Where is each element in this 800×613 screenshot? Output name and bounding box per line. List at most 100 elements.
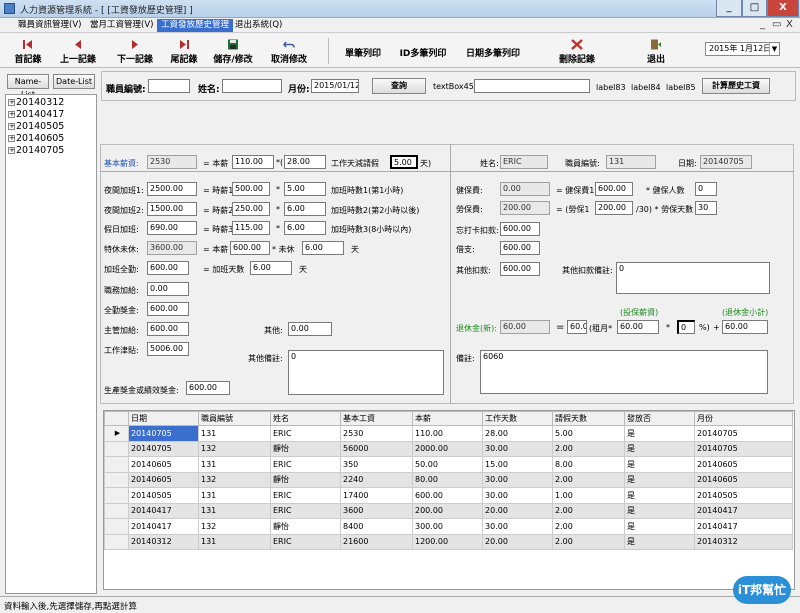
duty-allowance-field[interactable]: 0.00 (147, 282, 189, 296)
base-salary-field[interactable]: 2530 (147, 155, 197, 169)
table-row[interactable]: 20140705 132 靜怡 56000 2000.00 30.00 2.00 是 20140… (104, 440, 793, 457)
holiday-ot-field[interactable]: 690.00 (147, 221, 197, 235)
column-header[interactable]: 姓名 (270, 411, 341, 426)
retire-pct-input[interactable]: 0 (677, 320, 695, 334)
table-cell[interactable]: 2.00 (552, 440, 625, 457)
table-cell[interactable]: 20140505 (128, 487, 199, 504)
table-cell[interactable]: 132 (198, 440, 271, 457)
right-name-field[interactable]: ERIC (500, 155, 548, 169)
cancel-edit-button[interactable]: 取消修改 (262, 36, 316, 66)
textbox45-input[interactable] (474, 79, 590, 93)
table-cell[interactable]: 131 (198, 487, 271, 504)
rest-unused-days-input[interactable]: 6.00 (302, 241, 344, 255)
table-cell[interactable]: 131 (198, 502, 271, 519)
table-cell[interactable]: 8.00 (552, 456, 625, 473)
mdi-close-button[interactable]: X (786, 19, 793, 30)
expand-icon[interactable]: + (8, 123, 15, 130)
table-cell[interactable]: 131 (198, 425, 271, 442)
table-cell[interactable]: 131 (198, 456, 271, 473)
table-cell[interactable]: 是 (624, 518, 695, 535)
expand-icon[interactable]: + (8, 147, 15, 154)
table-cell[interactable]: 是 (624, 471, 695, 488)
table-cell[interactable]: ERIC (270, 456, 341, 473)
table-cell[interactable]: 2530 (340, 425, 413, 442)
table-cell[interactable]: 是 (624, 440, 695, 457)
table-cell[interactable]: 20140705 (128, 425, 199, 442)
query-button[interactable]: 查詢 (372, 78, 426, 94)
table-cell[interactable]: 是 (624, 456, 695, 473)
date-picker[interactable]: 2015年 1月12日 ▼ (705, 42, 780, 56)
maximize-button[interactable]: □ (742, 0, 767, 17)
table-cell[interactable]: 是 (624, 487, 695, 504)
column-header[interactable]: 職員編號 (198, 411, 271, 426)
table-cell[interactable]: 靜怡 (270, 518, 341, 535)
table-cell[interactable]: 1200.00 (412, 533, 483, 550)
mdi-restore-button[interactable]: ▭ (772, 19, 781, 30)
right-date-field[interactable]: 20140705 (700, 155, 752, 169)
other-field[interactable]: 0.00 (288, 322, 332, 336)
holiday-hours-input[interactable]: 6.00 (284, 221, 326, 235)
table-cell[interactable]: 20140605 (694, 456, 793, 473)
manager-allowance-field[interactable]: 600.00 (147, 322, 189, 336)
table-cell[interactable]: ERIC (270, 425, 341, 442)
table-cell[interactable]: 30.00 (482, 471, 553, 488)
table-cell[interactable]: 2.00 (552, 502, 625, 519)
labor-ins-field[interactable]: 200.00 (500, 201, 550, 215)
table-cell[interactable]: 132 (198, 471, 271, 488)
table-cell[interactable]: 28.00 (482, 425, 553, 442)
table-cell[interactable]: 600.00 (412, 487, 483, 504)
table-cell[interactable]: 20140605 (694, 471, 793, 488)
retire-total-field[interactable]: 60.00 (722, 320, 768, 334)
table-cell[interactable]: 80.00 (412, 471, 483, 488)
month-input[interactable]: 2015/01/12 (311, 79, 359, 93)
ot2-hours-input[interactable]: 6.00 (284, 202, 326, 216)
ot2-field[interactable]: 1500.00 (147, 202, 197, 216)
table-cell[interactable]: 2240 (340, 471, 413, 488)
table-cell[interactable]: 20140312 (128, 533, 199, 550)
column-header[interactable]: 工作天數 (482, 411, 553, 426)
rest-pay-input[interactable]: 600.00 (230, 241, 270, 255)
punch-deduct-field[interactable]: 600.00 (500, 222, 540, 236)
table-cell[interactable]: ERIC (270, 533, 341, 550)
table-row[interactable]: 20140312 131 ERIC 21600 1200.00 20.00 2.00 是 201… (104, 533, 793, 550)
holiday-rate-input[interactable]: 115.00 (232, 221, 270, 235)
table-row[interactable]: ▶ 20140705 131 ERIC 2530 110.00 28.00 5.00 是 2014… (104, 425, 793, 442)
row-header-cell[interactable] (104, 487, 129, 504)
table-cell[interactable]: 8400 (340, 518, 413, 535)
print-by-id-button[interactable]: ID多筆列印 (392, 36, 454, 66)
table-cell[interactable]: 20140705 (128, 440, 199, 457)
table-cell[interactable]: 30.00 (482, 440, 553, 457)
table-cell[interactable]: 3600 (340, 502, 413, 519)
table-cell[interactable]: 20140417 (128, 518, 199, 535)
ot1-hours-input[interactable]: 5.00 (284, 182, 326, 196)
ot2-rate-input[interactable]: 250.00 (232, 202, 270, 216)
table-cell[interactable]: 靜怡 (270, 440, 341, 457)
ot1-rate-input[interactable]: 500.00 (232, 182, 270, 196)
menu-salary-history[interactable]: 工資發放歷史管理 (157, 19, 234, 32)
column-header[interactable]: 日期 (128, 411, 199, 426)
table-row[interactable]: 20140417 131 ERIC 3600 200.00 20.00 2.00 是 20140… (104, 502, 793, 519)
table-cell[interactable]: 20140705 (694, 425, 793, 442)
table-cell[interactable]: 20140417 (694, 518, 793, 535)
table-cell[interactable]: 20140605 (128, 456, 199, 473)
table-cell[interactable]: 21600 (340, 533, 413, 550)
table-cell[interactable]: 30.00 (482, 518, 553, 535)
retire-b-input[interactable]: 60.00 (617, 320, 659, 334)
other-deduct-note-textarea[interactable]: 0 (616, 262, 770, 294)
name-input[interactable] (222, 79, 282, 93)
table-cell[interactable]: ERIC (270, 502, 341, 519)
table-cell[interactable]: 50.00 (412, 456, 483, 473)
remark-textarea[interactable]: 6060 (480, 350, 768, 394)
borrow-field[interactable]: 600.00 (500, 241, 540, 255)
menu-monthly-salary[interactable]: 當月工資管理(V) (86, 19, 157, 32)
next-record-button[interactable]: 下一記錄 (108, 36, 162, 66)
retire-a-input[interactable]: 60.00 (567, 320, 587, 334)
table-cell[interactable]: 20140312 (694, 533, 793, 550)
other-deduct-field[interactable]: 600.00 (500, 262, 540, 276)
health-ins-field[interactable]: 0.00 (500, 182, 550, 196)
tree-item[interactable]: +20140705 (8, 145, 64, 156)
table-cell[interactable]: 5.00 (552, 425, 625, 442)
ot-days-input[interactable]: 6.00 (250, 261, 292, 275)
expand-icon[interactable]: + (8, 99, 15, 106)
column-header[interactable]: 月份 (694, 411, 793, 426)
